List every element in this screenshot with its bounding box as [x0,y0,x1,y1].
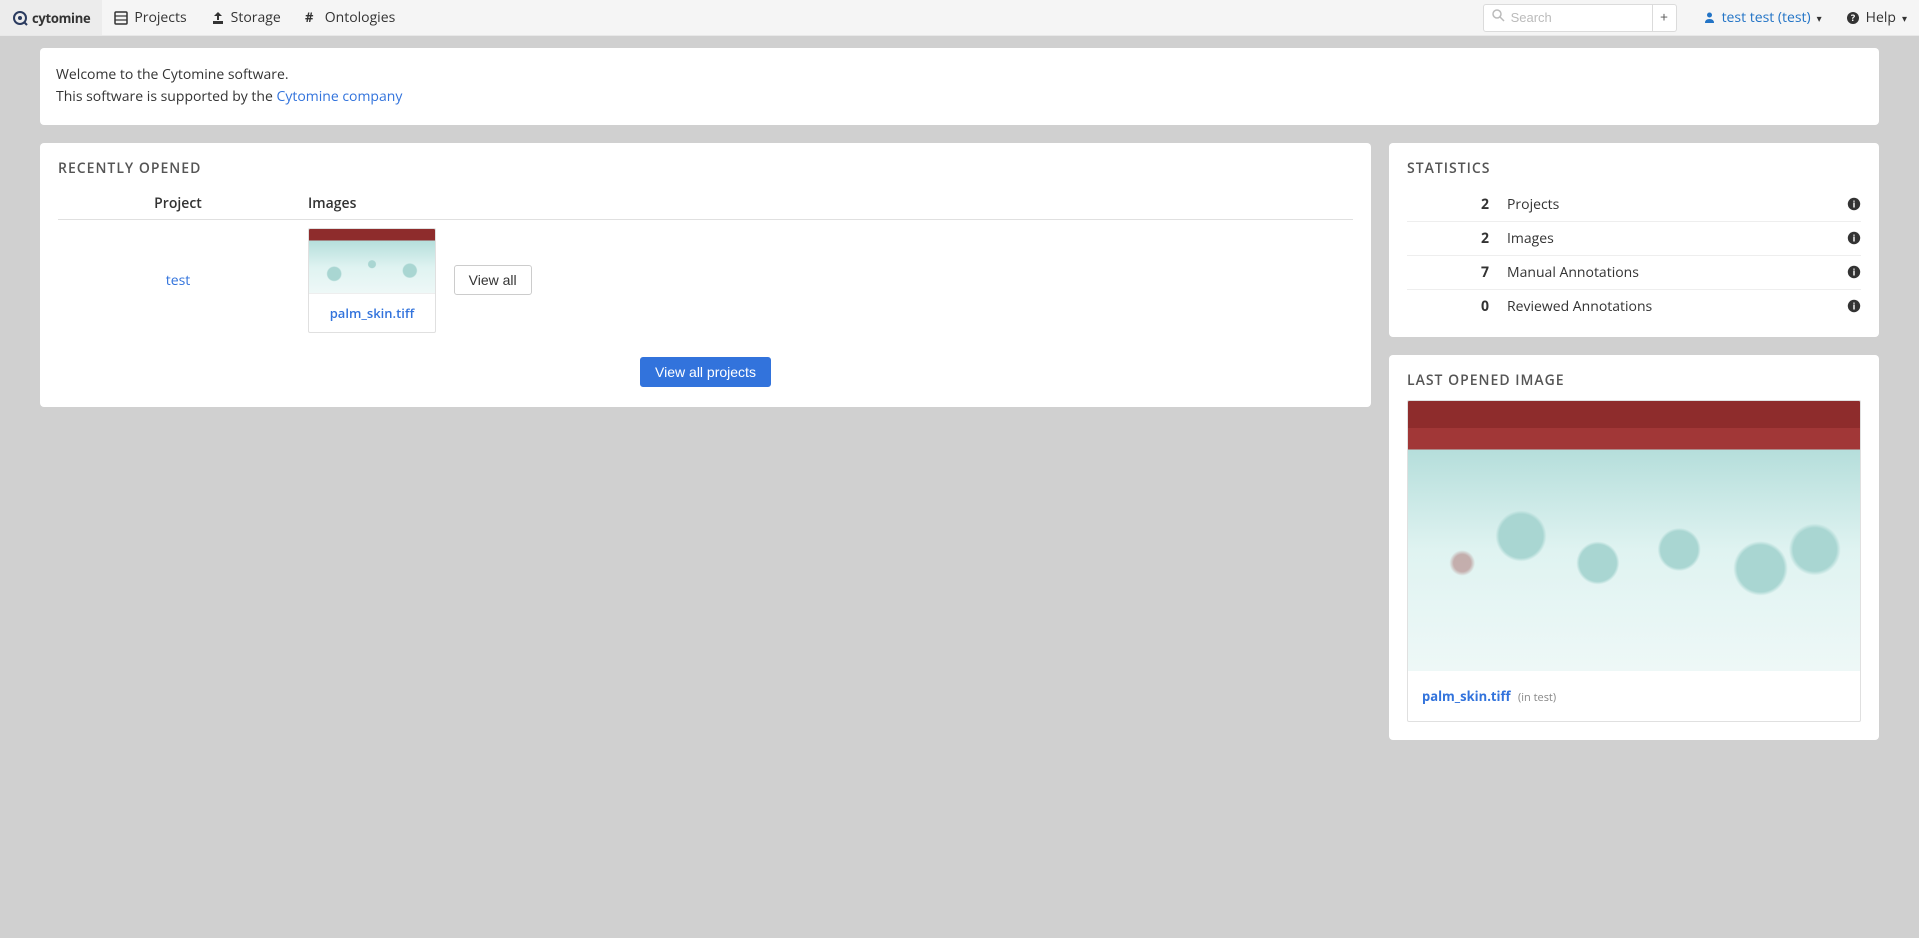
nav-storage-label: Storage [231,8,281,27]
ontologies-icon: # [305,11,319,25]
image-name-link[interactable]: palm_skin.tiff [309,293,435,332]
view-all-projects-button[interactable]: View all projects [640,357,771,387]
svg-text:i: i [1853,266,1856,279]
search-icon [1492,8,1505,27]
chevron-down-icon: ▾ [1817,11,1822,25]
top-navbar: cytomine Projects Storage # Ontologies +… [0,0,1919,36]
stat-row-images: 2 Images i [1407,222,1861,256]
stat-label: Projects [1507,195,1847,214]
nav-projects-label: Projects [134,8,186,27]
stat-row-projects: 2 Projects i [1407,188,1861,222]
projects-icon [114,11,128,25]
help-label: Help [1866,8,1896,27]
image-card[interactable]: palm_skin.tiff [308,228,436,333]
brand-text: cytomine [32,9,90,27]
stat-label: Reviewed Annotations [1507,297,1847,316]
recent-table: Project Images test pal [58,188,1353,341]
user-icon [1703,11,1716,24]
info-icon[interactable]: i [1847,265,1861,279]
last-image-thumbnail [1408,401,1860,671]
nav-links: Projects Storage # Ontologies [102,0,407,35]
search-box[interactable] [1483,4,1653,32]
help-icon: ? [1846,11,1860,25]
cytomine-company-link[interactable]: Cytomine company [277,87,403,106]
main-content: Welcome to the Cytomine software. This s… [0,36,1919,798]
stat-value: 2 [1407,229,1507,248]
cytomine-logo-icon [12,10,28,26]
brand-logo[interactable]: cytomine [0,0,102,35]
table-row: test palm_skin.tiff View all [58,219,1353,341]
navbar-right: + test test (test) ▾ ? Help ▾ [1483,0,1919,35]
last-image-card[interactable]: palm_skin.tiff (in test) [1407,400,1861,722]
col-project: Project [58,188,298,220]
last-opened-image-panel: Last Opened Image palm_skin.tiff (in tes… [1389,355,1879,740]
last-image-caption: palm_skin.tiff (in test) [1408,671,1860,721]
last-image-in-project: (in test) [1518,690,1556,705]
col-images: Images [298,188,1353,220]
welcome-line2: This software is supported by the Cytomi… [56,86,1863,108]
recently-opened-panel: Recently Opened Project Images test [40,143,1371,407]
chevron-down-icon: ▾ [1902,11,1907,25]
last-opened-image-title: Last Opened Image [1389,355,1879,400]
user-label: test test (test) [1722,8,1811,27]
project-link[interactable]: test [166,271,191,290]
svg-text:i: i [1853,198,1856,211]
view-all-images-button[interactable]: View all [454,265,532,295]
stat-label: Images [1507,229,1847,248]
welcome-panel: Welcome to the Cytomine software. This s… [40,48,1879,125]
stat-value: 0 [1407,297,1507,316]
search-input[interactable] [1511,10,1644,25]
user-menu[interactable]: test test (test) ▾ [1691,0,1834,35]
stat-value: 2 [1407,195,1507,214]
info-icon[interactable]: i [1847,299,1861,313]
search-group: + [1483,4,1677,32]
stat-label: Manual Annotations [1507,263,1847,282]
info-icon[interactable]: i [1847,231,1861,245]
nav-ontologies[interactable]: # Ontologies [293,0,408,35]
statistics-title: Statistics [1389,143,1879,188]
nav-ontologies-label: Ontologies [325,8,396,27]
svg-text:i: i [1853,232,1856,245]
help-menu[interactable]: ? Help ▾ [1834,0,1919,35]
nav-projects[interactable]: Projects [102,0,198,35]
svg-text:#: # [305,11,314,25]
nav-storage[interactable]: Storage [199,0,293,35]
stats-list: 2 Projects i 2 Images i 7 Manual Annotat… [1389,188,1879,337]
last-image-name-link[interactable]: palm_skin.tiff [1422,687,1511,705]
recently-opened-title: Recently Opened [40,143,1371,188]
stat-value: 7 [1407,263,1507,282]
stat-row-manual-annotations: 7 Manual Annotations i [1407,256,1861,290]
search-add-button[interactable]: + [1653,4,1677,32]
info-icon[interactable]: i [1847,197,1861,211]
storage-icon [211,11,225,25]
image-thumbnail [309,229,435,293]
welcome-line1: Welcome to the Cytomine software. [56,64,1863,86]
statistics-panel: Statistics 2 Projects i 2 Images i 7 Man [1389,143,1879,337]
svg-text:?: ? [1851,11,1856,24]
svg-text:i: i [1853,300,1856,313]
stat-row-reviewed-annotations: 0 Reviewed Annotations i [1407,290,1861,323]
